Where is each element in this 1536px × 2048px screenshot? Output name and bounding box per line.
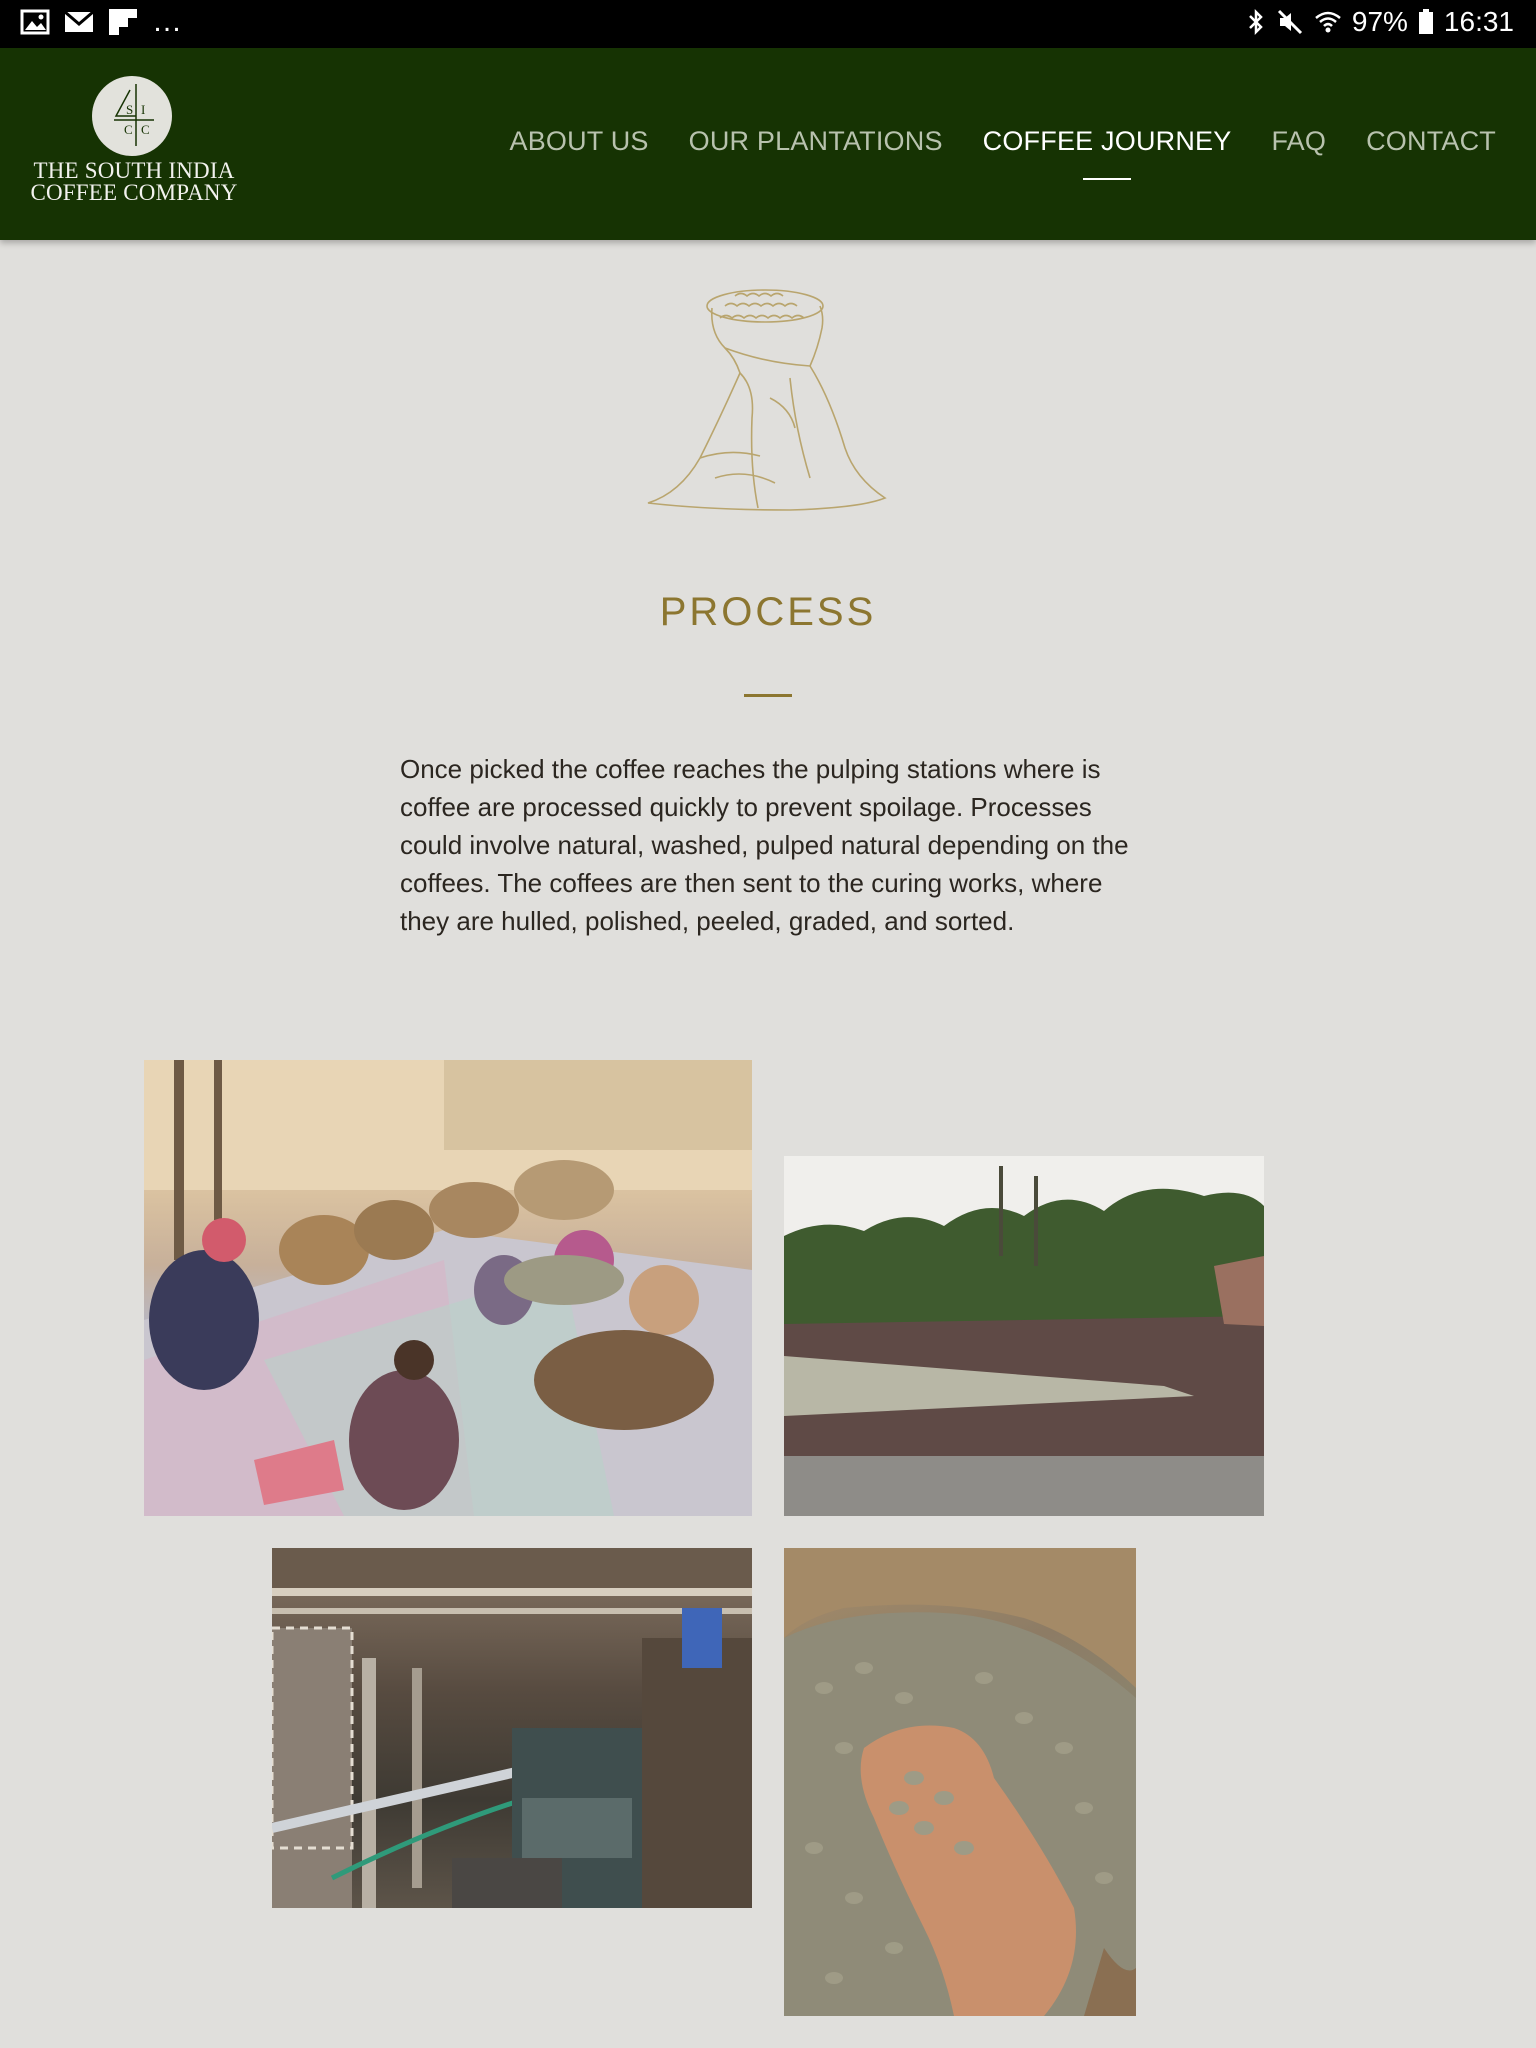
nav-coffee-journey[interactable]: COFFEE JOURNEY <box>983 126 1232 157</box>
status-bar: … 97% 16:31 <box>0 0 1536 48</box>
logo[interactable]: S I C C THE SOUTH INDIA COFFEE COMPANY <box>24 76 244 216</box>
logo-line-1: THE SOUTH INDIA <box>33 158 235 183</box>
battery-percent: 97% <box>1351 6 1408 37</box>
title-divider <box>744 694 792 697</box>
svg-text:C: C <box>141 122 150 137</box>
logo-monogram-icon: S I C C <box>92 76 172 156</box>
logo-line-2: COFFEE COMPANY <box>30 180 238 205</box>
wifi-icon <box>1314 8 1342 36</box>
battery-icon <box>1418 8 1434 36</box>
bluetooth-icon <box>1246 8 1266 36</box>
notification-overflow: … <box>152 5 183 38</box>
mute-icon <box>1276 8 1304 36</box>
sorting-beans-photo <box>144 1060 752 1516</box>
logo-wordmark: THE SOUTH INDIA COFFEE COMPANY <box>24 158 244 205</box>
green-beans-in-hand-photo <box>784 1548 1136 2016</box>
nav-our-plantations[interactable]: OUR PLANTATIONS <box>689 126 943 157</box>
mail-icon <box>64 8 94 36</box>
nav-faq[interactable]: FAQ <box>1271 126 1326 157</box>
nav-contact[interactable]: CONTACT <box>1366 126 1496 157</box>
coffee-sack-icon <box>640 278 890 518</box>
curing-works-machinery-photo <box>272 1548 752 1908</box>
section-title: PROCESS <box>659 590 877 634</box>
svg-text:S: S <box>126 102 133 117</box>
nav-about-us[interactable]: ABOUT US <box>509 126 648 157</box>
drying-yard-photo <box>784 1156 1264 1516</box>
flipboard-icon <box>108 8 138 36</box>
image-icon <box>20 8 50 36</box>
site-header: S I C C THE SOUTH INDIA COFFEE COMPANY A… <box>0 48 1536 240</box>
clock: 16:31 <box>1443 6 1514 37</box>
section-body: Once picked the coffee reaches the pulpi… <box>400 754 1129 936</box>
main-nav: ABOUT US OUR PLANTATIONS COFFEE JOURNEY … <box>509 126 1496 157</box>
svg-text:C: C <box>124 122 133 137</box>
svg-text:I: I <box>141 102 145 117</box>
